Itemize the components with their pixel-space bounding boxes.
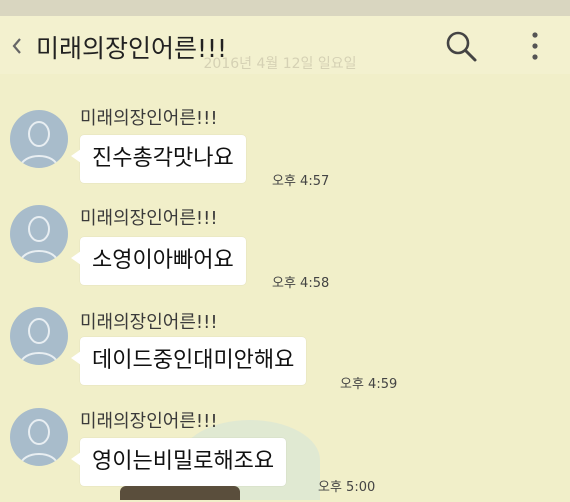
message-bubble[interactable]: 영이는비밀로해조요 (70, 438, 287, 486)
message-row: 미래의장인어른!!! 진수총각맛나요 오후 4:57 (0, 100, 570, 200)
message-time: 오후 4:59 (340, 377, 398, 392)
message-row: 미래의장인어른!!! 데이드중인대미안해요 오후 4:59 (0, 302, 570, 402)
sender-name: 미래의장인어른!!! (80, 208, 218, 229)
date-divider: 2016년 4월 12일 일요일 (203, 56, 357, 72)
avatar[interactable] (10, 110, 68, 168)
back-chevron-icon[interactable] (10, 36, 24, 56)
message-bubble[interactable]: 데이드중인대미안해요 (70, 337, 307, 385)
sender-name: 미래의장인어른!!! (80, 108, 218, 129)
default-profile-icon (19, 216, 59, 263)
default-profile-icon (19, 419, 59, 466)
photo-thumbnail[interactable] (120, 486, 240, 500)
message-row: 미래의장인어른!!! 영이는비밀로해조요 오후 5:00 (0, 402, 570, 502)
sender-name: 미래의장인어른!!! (80, 312, 218, 333)
message-time: 오후 4:57 (272, 174, 330, 189)
message-bubble[interactable]: 소영이아빠어요 (71, 237, 246, 285)
avatar[interactable] (10, 205, 68, 263)
avatar[interactable] (10, 408, 68, 466)
sender-name: 미래의장인어른!!! (80, 411, 218, 432)
message-time: 오후 4:58 (272, 276, 330, 291)
more-vertical-icon[interactable] (525, 30, 545, 62)
message-time: 오후 5:00 (318, 480, 376, 495)
search-icon[interactable] (444, 29, 478, 63)
status-bar (0, 0, 570, 16)
message-row: 미래의장인어른!!! 소영이아빠어요 오후 4:58 (0, 200, 570, 300)
default-profile-icon (19, 318, 59, 365)
message-bubble[interactable]: 진수총각맛나요 (71, 135, 246, 183)
avatar[interactable] (10, 307, 68, 365)
default-profile-icon (19, 121, 59, 168)
